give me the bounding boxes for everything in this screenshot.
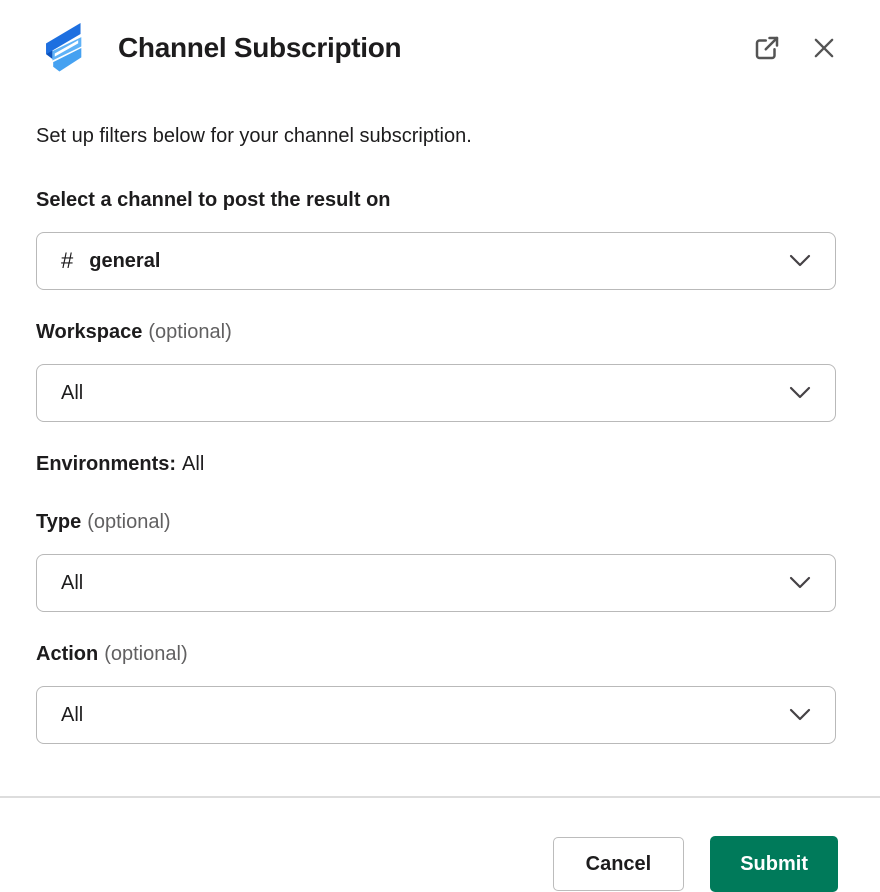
app-logo-icon [36, 20, 86, 76]
description-text: Set up filters below for your channel su… [36, 124, 836, 148]
modal-title: Channel Subscription [118, 32, 401, 64]
optional-hint: (optional) [87, 511, 170, 533]
chevron-down-icon [789, 708, 811, 722]
type-select[interactable]: All [36, 554, 836, 612]
action-select-value: All [61, 704, 83, 727]
modal-body: Set up filters below for your channel su… [0, 76, 880, 768]
submit-button[interactable]: Submit [710, 836, 838, 892]
environments-row: Environments: All [36, 452, 836, 476]
header-actions [746, 27, 844, 69]
optional-hint: (optional) [148, 321, 231, 343]
environments-value: All [182, 453, 204, 475]
channel-hash-icon: # [61, 248, 73, 274]
chevron-down-icon [789, 386, 811, 400]
close-icon [810, 34, 838, 62]
type-select-value: All [61, 572, 83, 595]
action-field-label: Action(optional) [36, 642, 836, 666]
external-link-icon [752, 33, 782, 63]
channel-field-label: Select a channel to post the result on [36, 188, 836, 212]
modal-footer: Cancel Submit [0, 798, 880, 892]
workspace-select[interactable]: All [36, 364, 836, 422]
channel-subscription-modal: Channel Subscription [0, 0, 880, 892]
workspace-select-value: All [61, 382, 83, 405]
channel-select-value: general [89, 250, 160, 273]
modal-header: Channel Subscription [0, 0, 880, 76]
optional-hint: (optional) [104, 643, 187, 665]
channel-select[interactable]: # general [36, 232, 836, 290]
action-select[interactable]: All [36, 686, 836, 744]
chevron-down-icon [789, 254, 811, 268]
workspace-field-label: Workspace(optional) [36, 320, 836, 344]
close-button[interactable] [804, 28, 844, 68]
type-field-label: Type(optional) [36, 510, 836, 534]
open-external-button[interactable] [746, 27, 788, 69]
cancel-button[interactable]: Cancel [553, 837, 685, 891]
chevron-down-icon [789, 576, 811, 590]
environments-label: Environments: [36, 453, 176, 475]
